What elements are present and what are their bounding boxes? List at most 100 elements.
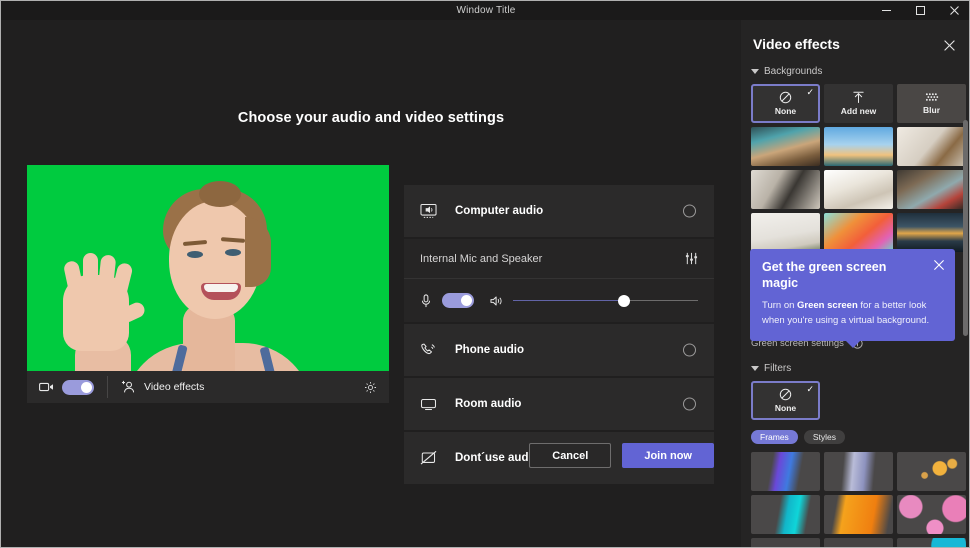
video-effects-title: Video effects bbox=[753, 36, 840, 52]
microphone-toggle[interactable] bbox=[442, 293, 474, 308]
audio-option-label: Room audio bbox=[455, 398, 521, 410]
filter-thumbnail-grid bbox=[741, 452, 970, 548]
no-effect-icon bbox=[779, 388, 792, 401]
camera-toggle[interactable] bbox=[62, 380, 94, 395]
background-thumbnail[interactable] bbox=[897, 170, 966, 209]
video-effects-label: Video effects bbox=[144, 381, 204, 393]
computer-audio-icon bbox=[420, 203, 446, 219]
background-thumbnail[interactable] bbox=[824, 213, 893, 252]
window-titlebar: Window Title bbox=[1, 1, 970, 20]
preview-settings-button[interactable] bbox=[364, 381, 389, 394]
upload-icon bbox=[852, 91, 865, 104]
filters-action-tiles: ✓ None bbox=[741, 381, 970, 420]
audio-option-label: Phone audio bbox=[455, 344, 524, 356]
background-thumbnail[interactable] bbox=[751, 170, 820, 209]
filter-type-pills: Frames Styles bbox=[741, 420, 970, 444]
equalizer-icon[interactable] bbox=[685, 252, 698, 265]
radio-computer-audio[interactable] bbox=[683, 205, 696, 218]
background-thumbnail[interactable] bbox=[824, 170, 893, 209]
filter-thumbnail[interactable] bbox=[824, 495, 893, 534]
callout-body-bold: Green screen bbox=[797, 300, 858, 311]
join-now-button[interactable]: Join now bbox=[622, 443, 714, 468]
filter-tile-none[interactable]: ✓ None bbox=[751, 381, 820, 420]
background-thumbnail[interactable] bbox=[824, 127, 893, 166]
audio-option-room[interactable]: Room audio bbox=[404, 378, 714, 430]
filter-thumbnail[interactable] bbox=[897, 452, 966, 491]
filter-thumbnail[interactable] bbox=[897, 495, 966, 534]
chevron-down-icon bbox=[751, 366, 759, 371]
gear-icon bbox=[364, 381, 377, 394]
filter-thumbnail[interactable] bbox=[751, 495, 820, 534]
check-icon: ✓ bbox=[806, 385, 814, 394]
background-thumbnail-grid bbox=[741, 127, 970, 252]
minimize-icon[interactable] bbox=[869, 1, 903, 20]
cancel-button[interactable]: Cancel bbox=[529, 443, 611, 468]
background-thumbnail[interactable] bbox=[897, 127, 966, 166]
callout-title: Get the green screen magic bbox=[762, 260, 912, 291]
main-stage: Choose your audio and video settings bbox=[2, 20, 740, 548]
audio-settings-panel: Computer audio Internal Mic and Speaker bbox=[404, 185, 714, 486]
background-tile-label: None bbox=[775, 106, 796, 116]
person-effects-icon bbox=[121, 380, 136, 394]
room-audio-icon bbox=[420, 397, 446, 412]
filter-thumbnail[interactable] bbox=[897, 538, 966, 548]
background-thumbnail[interactable] bbox=[897, 213, 966, 252]
backgrounds-section-label: Backgrounds bbox=[764, 66, 822, 77]
background-tile-none[interactable]: ✓ None bbox=[751, 84, 820, 123]
background-tile-label: Add new bbox=[841, 106, 876, 116]
callout-body-prefix: Turn on bbox=[762, 300, 797, 311]
filter-thumbnail[interactable] bbox=[751, 452, 820, 491]
callout-body: Turn on Green screen for a better look w… bbox=[762, 299, 943, 328]
audio-option-computer[interactable]: Computer audio bbox=[404, 185, 714, 237]
camera-icon bbox=[39, 381, 54, 393]
chevron-down-icon bbox=[751, 69, 759, 74]
filter-thumbnail[interactable] bbox=[751, 538, 820, 548]
window-title: Window Title bbox=[456, 5, 515, 16]
microphone-icon bbox=[420, 294, 432, 308]
background-tile-blur[interactable]: Blur bbox=[897, 84, 966, 123]
filters-section-header[interactable]: Filters bbox=[741, 349, 970, 381]
filter-thumbnail[interactable] bbox=[824, 538, 893, 548]
window-controls bbox=[869, 1, 970, 20]
background-thumbnail[interactable] bbox=[751, 127, 820, 166]
page-title: Choose your audio and video settings bbox=[2, 110, 740, 126]
video-preview-toolbar: Video effects bbox=[27, 371, 389, 403]
phone-audio-icon bbox=[420, 342, 446, 358]
backgrounds-action-tiles: ✓ None Add new Blur bbox=[741, 84, 970, 123]
video-effects-header: Video effects bbox=[741, 20, 970, 52]
audio-device-name: Internal Mic and Speaker bbox=[420, 253, 542, 265]
check-icon: ✓ bbox=[806, 88, 814, 97]
volume-slider[interactable] bbox=[513, 294, 698, 308]
filter-thumbnail[interactable] bbox=[824, 452, 893, 491]
speaker-icon bbox=[490, 295, 503, 307]
no-effect-icon bbox=[779, 91, 792, 104]
radio-room-audio[interactable] bbox=[683, 398, 696, 411]
maximize-icon[interactable] bbox=[903, 1, 937, 20]
video-effects-button[interactable]: Video effects bbox=[108, 380, 204, 394]
audio-device-row[interactable]: Internal Mic and Speaker bbox=[404, 239, 714, 279]
pill-frames[interactable]: Frames bbox=[751, 430, 798, 444]
close-icon[interactable] bbox=[937, 1, 970, 20]
video-preview: Video effects bbox=[27, 165, 389, 403]
radio-phone-audio[interactable] bbox=[683, 344, 696, 357]
pill-styles[interactable]: Styles bbox=[804, 430, 845, 444]
audio-controls-row bbox=[404, 279, 714, 308]
green-screen-callout: Get the green screen magic Turn on Green… bbox=[750, 249, 955, 341]
video-feed bbox=[27, 165, 389, 371]
panel-scrollbar-thumb[interactable] bbox=[963, 120, 968, 336]
close-icon[interactable] bbox=[933, 259, 945, 271]
dialog-actions: Cancel Join now bbox=[404, 443, 714, 468]
audio-option-phone[interactable]: Phone audio bbox=[404, 324, 714, 376]
audio-option-label: Computer audio bbox=[455, 205, 543, 217]
filter-tile-label: None bbox=[775, 403, 796, 413]
camera-toggle-group[interactable] bbox=[27, 380, 94, 395]
person-silhouette bbox=[27, 165, 389, 371]
backgrounds-section-header[interactable]: Backgrounds bbox=[741, 52, 970, 84]
filters-section-label: Filters bbox=[764, 363, 791, 374]
blur-icon bbox=[925, 92, 939, 103]
app-window: Window Title Choose your audio and video… bbox=[0, 0, 970, 548]
background-tile-add-new[interactable]: Add new bbox=[824, 84, 893, 123]
background-thumbnail[interactable] bbox=[751, 213, 820, 252]
close-icon[interactable] bbox=[943, 37, 956, 52]
audio-device-block: Internal Mic and Speaker bbox=[404, 239, 714, 322]
